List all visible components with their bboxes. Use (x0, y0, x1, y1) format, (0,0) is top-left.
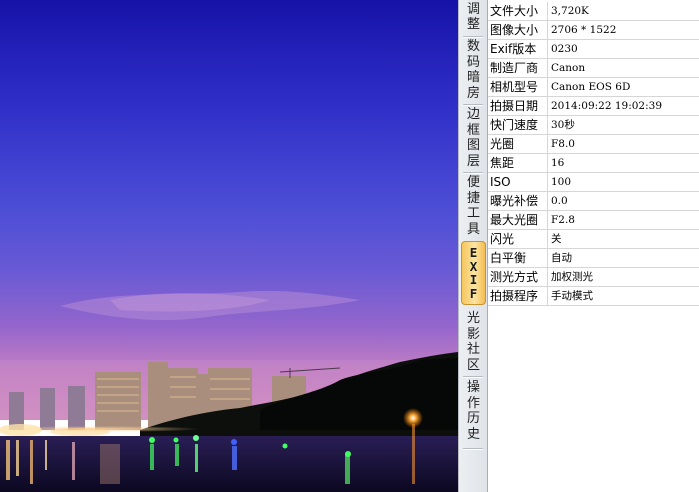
tab-exif-char: I (469, 272, 478, 287)
tab-divider (463, 448, 483, 450)
exif-row-metering-mode: 测光方式 加权测光 (488, 268, 699, 287)
tab-exif[interactable]: E X I F (461, 241, 486, 305)
exif-row-white-balance: 白平衡 自动 (488, 249, 699, 268)
exif-key: 文件大小 (488, 2, 548, 20)
tab-exif-char: F (469, 285, 478, 301)
exif-row-aperture: 光圈 F8.0 (488, 135, 699, 154)
exif-value: 2706 * 1522 (551, 24, 617, 36)
exif-row-date-taken: 拍摄日期 2014:09:22 19:02:39 (488, 97, 699, 116)
exif-key: 拍摄程序 (488, 287, 548, 305)
tab-darkroom[interactable]: 数 码 暗 房 (461, 38, 486, 102)
exif-value: 30秒 (551, 119, 575, 131)
tab-adjust[interactable]: 调 整 (461, 0, 486, 34)
exif-key: 测光方式 (488, 268, 548, 286)
exif-key: 光圈 (488, 135, 548, 153)
exif-row-max-aperture: 最大光圈 F2.8 (488, 211, 699, 230)
exif-key: Exif版本 (488, 40, 548, 58)
exif-value: 自动 (551, 252, 572, 264)
tab-community-char: 光 (466, 311, 480, 326)
exif-key: 制造厂商 (488, 59, 548, 77)
exif-value: Canon (551, 62, 586, 74)
photo-preview[interactable] (0, 0, 458, 492)
exif-row-maker: 制造厂商 Canon (488, 59, 699, 78)
exif-row-exposure-program: 拍摄程序 手动模式 (488, 287, 699, 306)
exif-row-shutter-speed: 快门速度 30秒 (488, 116, 699, 135)
tab-history[interactable]: 操 作 历 史 (461, 378, 486, 444)
tab-quick-tools[interactable]: 便 捷 工 具 (461, 174, 486, 238)
exif-info-table: 文件大小 3,720K 图像大小 2706 * 1522 Exif版本 0230… (488, 0, 699, 492)
exif-row-image-size: 图像大小 2706 * 1522 (488, 21, 699, 40)
exif-value: 加权测光 (551, 271, 593, 283)
tab-border-layer-char: 层 (466, 153, 480, 169)
exif-row-flash: 闪光 关 (488, 230, 699, 249)
tab-quick-tools-char: 具 (466, 221, 480, 237)
exif-row-file-size: 文件大小 3,720K (488, 2, 699, 21)
exif-key: 快门速度 (488, 116, 548, 134)
exif-value: 关 (551, 233, 562, 245)
exif-key: 相机型号 (488, 78, 548, 96)
tab-history-char: 历 (466, 411, 480, 426)
tab-border-layer-char: 图 (466, 138, 480, 153)
exif-row-focal-length: 焦距 16 (488, 154, 699, 173)
tab-exif-char: E (469, 245, 478, 260)
tab-adjust-char: 整 (466, 17, 480, 32)
tab-community-char: 影 (466, 326, 480, 342)
exif-value: 手动模式 (551, 290, 593, 302)
exif-value: Canon EOS 6D (551, 81, 631, 93)
tab-darkroom-char: 码 (466, 54, 480, 70)
tab-history-char: 作 (466, 395, 480, 411)
exif-value: 16 (551, 157, 565, 169)
exif-key: 焦距 (488, 154, 548, 172)
exif-row-iso: ISO 100 (488, 173, 699, 192)
app-root: 调 整 数 码 暗 房 边 框 图 层 便 捷 工 具 E X I F 光 影 … (0, 0, 699, 492)
exif-key: 曝光补偿 (488, 192, 548, 210)
tab-community-char: 社 (466, 342, 480, 357)
exif-key: 闪光 (488, 230, 548, 248)
tab-darkroom-char: 暗 (466, 70, 480, 85)
tab-history-char: 史 (466, 426, 480, 442)
tab-quick-tools-char: 捷 (466, 190, 480, 206)
exif-row-camera-model: 相机型号 Canon EOS 6D (488, 78, 699, 97)
night-cityscape-photo (0, 0, 458, 492)
exif-key: 最大光圈 (488, 211, 548, 229)
exif-key: 拍摄日期 (488, 97, 548, 115)
tab-darkroom-char: 数 (466, 39, 480, 54)
exif-value: F8.0 (551, 138, 575, 150)
tab-border-layer-char: 边 (466, 107, 480, 122)
exif-value: F2.8 (551, 214, 575, 226)
exif-value: 2014:09:22 19:02:39 (551, 100, 663, 112)
tab-adjust-char: 调 (466, 1, 480, 17)
exif-key: ISO (488, 173, 548, 191)
tab-border-layer-char: 框 (466, 122, 480, 138)
exif-value: 0230 (551, 43, 578, 55)
exif-row-exposure-bias: 曝光补偿 0.0 (488, 192, 699, 211)
tab-border-layer[interactable]: 边 框 图 层 (461, 106, 486, 170)
exif-key: 白平衡 (488, 249, 548, 267)
tab-community[interactable]: 光 影 社 区 (461, 310, 486, 374)
side-tab-strip: 调 整 数 码 暗 房 边 框 图 层 便 捷 工 具 E X I F 光 影 … (458, 0, 488, 492)
exif-row-exif-version: Exif版本 0230 (488, 40, 699, 59)
exif-value: 100 (551, 176, 572, 188)
tab-quick-tools-char: 便 (466, 175, 480, 190)
exif-value: 0.0 (551, 195, 568, 207)
tab-exif-char: X (469, 258, 478, 274)
exif-value: 3,720K (551, 5, 589, 17)
tab-quick-tools-char: 工 (466, 206, 480, 221)
exif-key: 图像大小 (488, 21, 548, 39)
tab-community-char: 区 (466, 357, 480, 373)
tab-history-char: 操 (466, 380, 480, 395)
tab-darkroom-char: 房 (466, 85, 480, 101)
